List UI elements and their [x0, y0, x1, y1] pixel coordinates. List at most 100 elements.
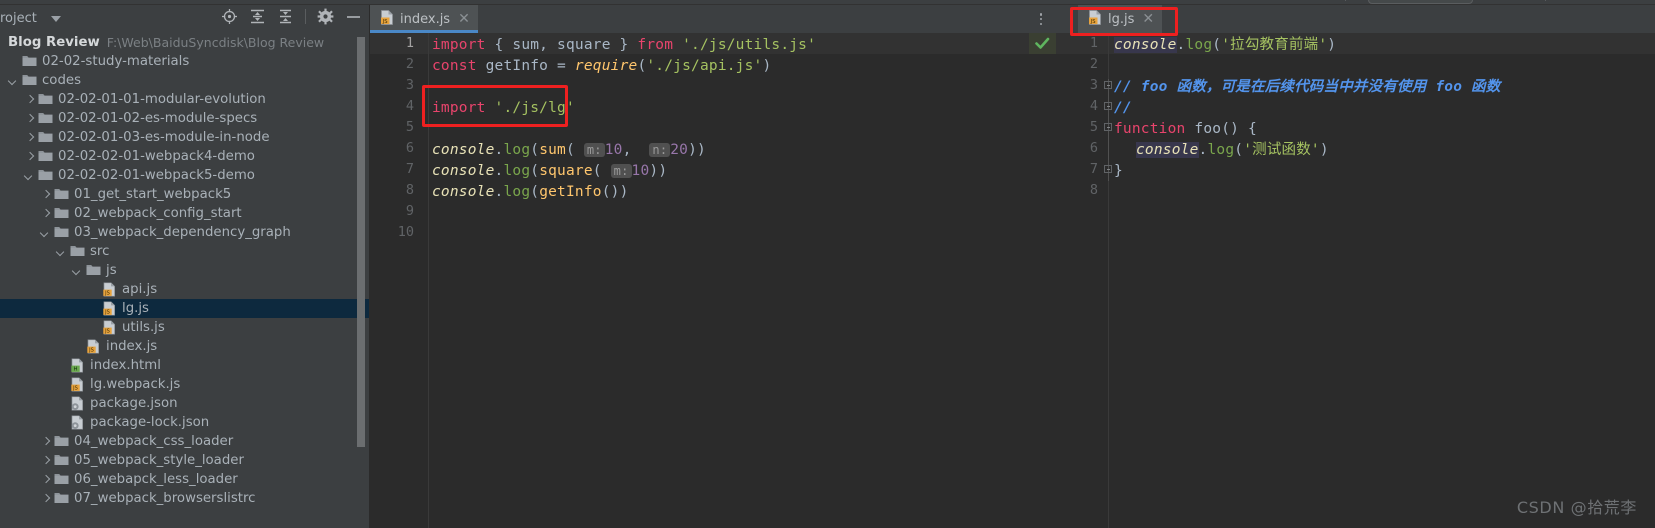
method-log: log [503, 163, 531, 179]
code-editor-lg-js[interactable]: 1 2 3 4 5 6 7 8 console.log('拉勾教育前端') //… [1056, 33, 1655, 528]
chevron-right-icon[interactable] [40, 436, 51, 447]
fn-sum: sum [539, 142, 566, 158]
fold-marker-collapse-5[interactable] [1104, 123, 1113, 132]
tree-row[interactable]: 06_webapck_less_loader [0, 470, 370, 489]
chevron-down-icon[interactable] [56, 246, 67, 257]
locate-icon[interactable] [221, 8, 238, 25]
chevron-right-icon[interactable] [40, 493, 51, 504]
tree-row[interactable]: JS index.js [0, 337, 370, 356]
folder-icon [38, 149, 53, 164]
js-file-icon: JS [1088, 9, 1102, 29]
inspection-ok-icon[interactable] [1029, 33, 1056, 54]
tree-row[interactable]: JS api.js [0, 280, 370, 299]
chevron-right-icon[interactable] [40, 189, 51, 200]
tree-twisty-placeholder [88, 284, 99, 295]
tree-row[interactable]: 02-02-02-01-webpack4-demo [0, 147, 370, 166]
tree-row[interactable]: 02-02-02-01-webpack5-demo [0, 166, 370, 185]
gear-icon[interactable] [317, 8, 334, 25]
tree-row[interactable]: package.json [0, 394, 370, 413]
chevron-down-icon[interactable] [72, 265, 83, 276]
line-number: 5 [405, 119, 414, 135]
tab-index-js[interactable]: JS index.js ✕ [370, 5, 478, 33]
code-editor-index-js[interactable]: 1 2 3 4 5 6 7 8 9 10 import { sum, squar… [370, 33, 1056, 528]
chevron-right-icon[interactable] [40, 208, 51, 219]
chevron-right-icon[interactable] [40, 474, 51, 485]
project-tree-scrollbar[interactable] [357, 37, 365, 447]
line-number: 4 [405, 98, 414, 114]
log-string: '拉勾教育前端' [1221, 37, 1328, 53]
code-line-r3: // foo 函数，可是在后续代码当中并没有使用 foo 函数 [1114, 79, 1501, 95]
project-path-label: F:\Web\BaiduSyncdisk\Blog Review [106, 35, 325, 50]
chevron-right-icon[interactable] [40, 455, 51, 466]
tree-row[interactable]: 01_get_start_webpack5 [0, 185, 370, 204]
arg-10: 10 [631, 163, 650, 179]
tree-item-label: 02-02-01-03-es-module-in-node [58, 130, 270, 145]
expand-all-icon[interactable] [249, 8, 266, 25]
toolbar-divider-right [1545, 0, 1546, 1]
more-options-icon[interactable] [1034, 12, 1048, 26]
tree-row[interactable]: 02_webpack_config_start [0, 204, 370, 223]
tree-row[interactable]: 07_webpack_browserslistrc [0, 489, 370, 508]
tree-row[interactable]: 02-02-01-03-es-module-in-node [0, 128, 370, 147]
code-line-r5: function foo() { [1114, 119, 1257, 140]
folder-icon [22, 73, 37, 88]
line-number: 4 [1089, 98, 1098, 114]
fn-square: square [539, 163, 593, 179]
code-line-4: import './js/lg' [432, 98, 575, 119]
minimize-icon[interactable] [345, 8, 362, 25]
fold-marker-collapse-4[interactable] [1104, 102, 1113, 111]
tree-item-label: 02-02-study-materials [42, 54, 190, 69]
tree-row[interactable]: JS utils.js [0, 318, 370, 337]
tree-row[interactable]: 02-02-01-01-modular-evolution [0, 90, 370, 109]
chevron-down-icon[interactable] [50, 15, 61, 22]
tree-row[interactable]: 05_webpack_style_loader [0, 451, 370, 470]
tab-lg-js[interactable]: JS lg.js ✕ [1078, 5, 1163, 33]
folder-icon [38, 111, 53, 126]
arg-20: 20 [670, 142, 689, 158]
tree-row[interactable]: 03_webpack_dependency_graph [0, 223, 370, 242]
tree-row[interactable]: 02-02-01-02-es-module-specs [0, 109, 370, 128]
tree-row[interactable]: package-lock.json [0, 413, 370, 432]
fold-marker-collapse-7[interactable] [1104, 165, 1113, 174]
tree-row[interactable]: JS lg.webpack.js [0, 375, 370, 394]
close-icon[interactable]: ✕ [1142, 12, 1154, 26]
tree-row[interactable]: js [0, 261, 370, 280]
editor-pane-lg-js: JS lg.js ✕ 1 2 3 4 5 6 7 8 console.log('… [1056, 5, 1655, 528]
tree-row-project-root[interactable]: Blog Review F:\Web\BaiduSyncdisk\Blog Re… [8, 33, 324, 52]
method-log: log [503, 142, 531, 158]
tree-item-label: package.json [90, 396, 178, 411]
tree-item-label: 03_webpack_dependency_graph [74, 225, 291, 240]
fold-marker-collapse-3[interactable] [1104, 81, 1113, 90]
tree-item-label: 02-02-01-02-es-module-specs [58, 111, 258, 126]
chevron-right-icon[interactable] [24, 132, 35, 143]
json-file-icon [70, 396, 85, 411]
folder-icon [70, 244, 85, 259]
tree-row[interactable]: 04_webpack_css_loader [0, 432, 370, 451]
toolbar-separator [305, 9, 306, 24]
tree-row[interactable]: codes [0, 71, 370, 90]
js-file-icon: JS [70, 377, 85, 392]
project-panel-title[interactable]: roject [0, 11, 37, 26]
chevron-right-icon[interactable] [24, 113, 35, 124]
chevron-down-icon[interactable] [24, 170, 35, 181]
tree-twisty-placeholder [56, 398, 67, 409]
tree-row[interactable]: Hindex.html [0, 356, 370, 375]
chevron-right-icon[interactable] [24, 94, 35, 105]
project-panel-header: roject [0, 5, 370, 32]
tree-row[interactable]: 02-02-study-materials [0, 52, 370, 71]
project-file-tree[interactable]: Blog Review F:\Web\BaiduSyncdisk\Blog Re… [0, 33, 370, 528]
toolbar-search-field-partial[interactable] [1368, 0, 1473, 4]
kw-import-2: import [432, 100, 486, 116]
tree-row[interactable]: src [0, 242, 370, 261]
chevron-down-icon[interactable] [40, 227, 51, 238]
tree-row[interactable]: JS lg.js [0, 299, 370, 318]
close-icon[interactable]: ✕ [458, 12, 470, 26]
chevron-down-icon[interactable] [8, 75, 19, 86]
chevron-right-icon[interactable] [24, 151, 35, 162]
method-log: log [1207, 142, 1235, 158]
tree-item-label: index.html [90, 358, 161, 373]
folder-icon [38, 92, 53, 107]
collapse-all-icon[interactable] [277, 8, 294, 25]
folder-icon [22, 54, 37, 69]
tree-item-label: 04_webpack_css_loader [74, 434, 234, 449]
